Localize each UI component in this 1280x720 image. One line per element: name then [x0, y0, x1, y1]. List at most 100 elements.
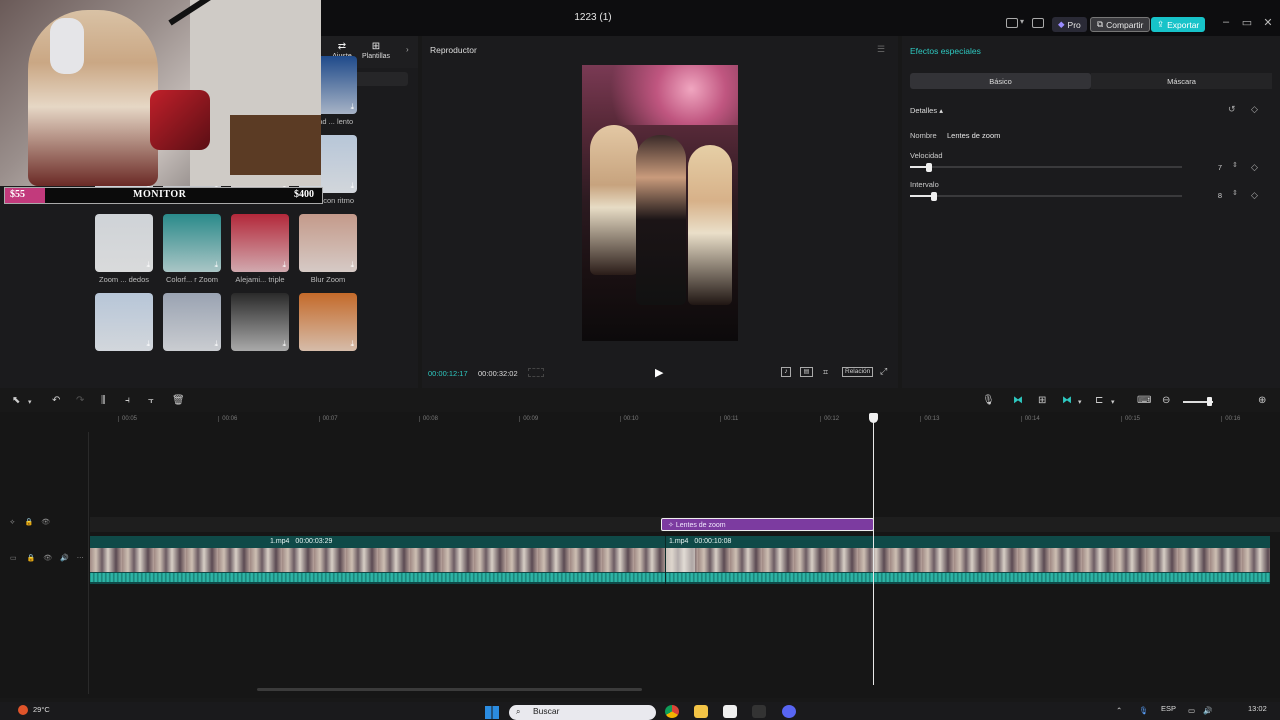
chevron-down-icon[interactable]: ▾ [1111, 398, 1115, 406]
audio-icon[interactable]: 🔊 [60, 555, 69, 562]
select-tool-icon[interactable]: ⬉ [12, 395, 20, 406]
reset-icon[interactable]: ↺ [1228, 104, 1236, 115]
windows-start-icon[interactable] [485, 706, 499, 719]
chevron-down-icon[interactable]: ▾ [1020, 17, 1024, 26]
lock-icon[interactable]: 🔒 [25, 519, 34, 526]
interval-slider[interactable] [910, 195, 1182, 197]
hd-icon[interactable]: ▤ [800, 367, 813, 377]
capcut-icon[interactable] [723, 705, 737, 718]
app-icon[interactable] [752, 705, 766, 718]
horizontal-scrollbar[interactable] [257, 688, 642, 691]
playhead-handle[interactable] [869, 413, 878, 423]
magnet-icon[interactable]: ⧓ [1062, 395, 1072, 406]
zoom-out-icon[interactable]: ⊖ [1162, 395, 1170, 406]
video-clip-2-header[interactable]: 1.mp4 00:00:10:08 [669, 538, 731, 545]
grid-icon[interactable] [528, 368, 544, 377]
link-track-icon[interactable]: ⧓ [1013, 395, 1023, 406]
stepper-icon[interactable]: ⇕ [1232, 189, 1238, 197]
video-clip-1-header[interactable]: 1.mp4 00:00:03:29 [270, 538, 332, 545]
network-icon[interactable]: ▭ [1188, 706, 1195, 715]
chevron-right-icon[interactable]: › [406, 45, 409, 54]
chevron-down-icon[interactable]: ▾ [1078, 398, 1082, 406]
effect-clip[interactable]: ✧ Lentes de zoom [661, 518, 874, 531]
chrome-icon[interactable] [665, 705, 679, 718]
download-icon[interactable]: ⤓ [350, 102, 354, 112]
weather-icon[interactable] [18, 705, 28, 715]
video-preview[interactable] [582, 65, 738, 341]
download-icon[interactable]: ⤓ [282, 260, 286, 270]
effect-card[interactable]: ⤓ [231, 293, 289, 351]
timeline[interactable]: 00:05 00:06 00:07 00:08 00:09 00:10 00:11 00:12… [0, 412, 1280, 698]
preview-axis-icon[interactable]: ⊏ [1095, 395, 1103, 406]
microphone-icon[interactable]: 🎙 [982, 395, 995, 406]
fullscreen-icon[interactable]: ⤢ [880, 366, 887, 377]
effect-card[interactable]: ⤓ Colorf... r Zoom [163, 214, 221, 284]
pro-button[interactable]: ◆ Pro [1052, 17, 1087, 32]
download-icon[interactable]: ⤓ [146, 339, 150, 349]
zoom-slider-handle[interactable] [1207, 397, 1212, 406]
discord-icon[interactable] [782, 705, 796, 718]
ratio-button[interactable]: Relación [842, 367, 874, 377]
clock-time[interactable]: 13:02 [1248, 704, 1267, 713]
keyframe-icon[interactable]: ◇ [1251, 104, 1258, 115]
effect-card[interactable]: ⤓ [163, 293, 221, 351]
interval-value[interactable]: 8 [1208, 191, 1222, 200]
close-button[interactable]: ✕ [1260, 16, 1276, 30]
chevron-down-icon[interactable]: ▾ [28, 398, 32, 406]
effect-card[interactable]: ⤓ Blur Zoom [299, 214, 357, 284]
tiktok-icon[interactable]: ♪ [781, 367, 791, 377]
effect-card[interactable]: ⤓ Alejami... triple [231, 214, 289, 284]
video-track[interactable]: 1.mp4 00:00:03:29 1.mp4 00:00:10:08 [90, 536, 1270, 584]
time-ruler[interactable]: 00:05 00:06 00:07 00:08 00:09 00:10 00:11 00:12… [90, 412, 1280, 426]
trim-right-icon[interactable]: ⫟ [148, 395, 154, 406]
keyframe-icon[interactable]: ◇ [1251, 162, 1258, 173]
download-icon[interactable]: ⤓ [350, 181, 354, 191]
trim-left-icon[interactable]: ⫞ [125, 395, 130, 406]
play-icon[interactable]: ▶ [655, 366, 663, 379]
effect-card[interactable]: ⤓ [299, 293, 357, 351]
effect-card[interactable]: ⤓ [95, 293, 153, 351]
focus-icon[interactable]: ⌗ [823, 367, 828, 378]
interval-slider-handle[interactable] [931, 192, 937, 201]
undo-icon[interactable]: ↶ [52, 395, 60, 406]
taskbar-search[interactable]: Buscar [509, 705, 656, 720]
eye-icon[interactable]: 👁 [41, 519, 50, 526]
eye-icon[interactable]: 👁 [43, 555, 52, 562]
weather-temp[interactable]: 29°C [33, 705, 50, 714]
mic-tray-icon[interactable]: 🎙 [1139, 706, 1149, 715]
snap-icon[interactable]: ⊞ [1038, 395, 1046, 406]
zoom-in-icon[interactable]: ⊕ [1258, 395, 1266, 406]
language-indicator[interactable]: ESP [1161, 704, 1176, 713]
speed-slider-handle[interactable] [926, 163, 932, 172]
share-button[interactable]: ⧉ Compartir [1090, 17, 1151, 32]
stepper-icon[interactable]: ⇕ [1232, 161, 1238, 169]
menu-icon[interactable]: ☰ [877, 44, 885, 55]
download-icon[interactable]: ⤓ [214, 339, 218, 349]
caption-icon[interactable]: ⌨ [1137, 395, 1151, 406]
speed-slider[interactable] [910, 166, 1182, 168]
download-icon[interactable]: ⤓ [350, 339, 354, 349]
folder-icon[interactable] [694, 705, 708, 718]
more-icon[interactable]: ⋯ [77, 555, 84, 562]
speed-value[interactable]: 7 [1208, 163, 1222, 172]
minimize-button[interactable]: – [1218, 16, 1234, 30]
download-icon[interactable]: ⤓ [282, 339, 286, 349]
tab-basico[interactable]: Básico [910, 73, 1091, 89]
chevron-up-icon[interactable]: ⌃ [1116, 706, 1122, 715]
playhead[interactable] [873, 418, 874, 685]
tab-plantillas[interactable]: ⊞ Plantillas [362, 41, 390, 60]
download-icon[interactable]: ⤓ [350, 260, 354, 270]
details-section-header[interactable]: Detalles ▴ [910, 106, 943, 115]
tab-mascara[interactable]: Máscara [1091, 73, 1272, 89]
maximize-button[interactable]: ▭ [1239, 16, 1255, 30]
split-icon[interactable]: ⫼ [101, 395, 106, 406]
export-button[interactable]: ⇪ Exportar [1151, 17, 1206, 32]
download-icon[interactable]: ⤓ [146, 260, 150, 270]
effect-card[interactable]: ⤓ Zoom ... dedos [95, 214, 153, 284]
redo-icon[interactable]: ↷ [76, 395, 84, 406]
keyframe-icon[interactable]: ◇ [1251, 190, 1258, 201]
layout-icon[interactable] [1006, 18, 1018, 28]
shortcut-icon[interactable] [1032, 18, 1044, 28]
volume-icon[interactable]: 🔊 [1203, 706, 1212, 715]
lock-icon[interactable]: 🔒 [27, 555, 36, 562]
